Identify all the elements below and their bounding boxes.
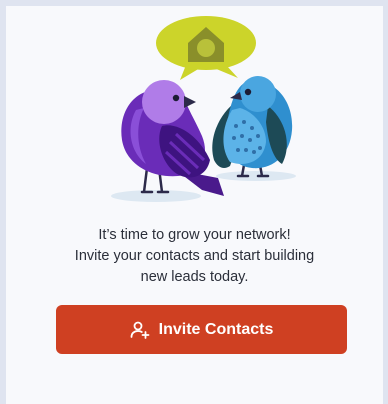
blue-bird xyxy=(212,76,293,178)
page-edge xyxy=(383,0,388,404)
birds-illustration xyxy=(111,16,296,202)
purple-bird xyxy=(121,80,224,196)
add-user-icon xyxy=(130,320,150,340)
invite-contacts-label: Invite Contacts xyxy=(158,320,274,338)
empty-state-message: It’s time to grow your network! Invite y… xyxy=(6,225,383,288)
ground-shadow xyxy=(111,190,201,202)
empty-state-card: It’s time to grow your network! Invite y… xyxy=(6,6,383,404)
ground-shadow xyxy=(216,171,296,181)
home-speech-bubble xyxy=(156,16,256,80)
message-line: It’s time to grow your network! xyxy=(98,227,291,243)
invite-contacts-button[interactable]: Invite Contacts xyxy=(56,305,347,354)
message-line: Invite your contacts and start building xyxy=(74,248,315,264)
message-line: new leads today. xyxy=(140,269,249,285)
